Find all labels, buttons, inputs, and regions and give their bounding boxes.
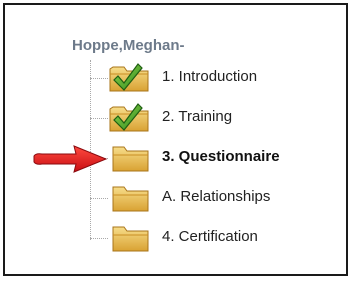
tree-item-label: A. Relationships	[162, 188, 271, 205]
tree-branch	[90, 78, 108, 79]
tree-item-label: 1. Introduction	[162, 68, 258, 85]
tree-owner-name: Hoppe,Meghan-	[72, 37, 185, 54]
red-arrow-icon	[30, 144, 110, 174]
tree-item-training[interactable]: 2. Training	[108, 100, 338, 134]
tree-branch	[90, 238, 108, 239]
folder-check-icon	[108, 100, 154, 134]
tree-item-label: 3. Questionnaire	[162, 148, 280, 165]
folder-icon	[108, 220, 154, 254]
tree-item-questionnaire[interactable]: 3. Questionnaire	[108, 140, 338, 174]
tree-item-certification[interactable]: 4. Certification	[108, 220, 338, 254]
folder-icon	[108, 180, 154, 214]
tree-item-label: 2. Training	[162, 108, 233, 125]
folder-check-icon	[108, 60, 154, 94]
tree-branch	[90, 198, 108, 199]
tree-branch	[90, 118, 108, 119]
tree-item-relationships[interactable]: A. Relationships	[108, 180, 338, 214]
tree-item-introduction[interactable]: 1. Introduction	[108, 60, 338, 94]
tree-item-label: 4. Certification	[162, 228, 258, 245]
folder-icon	[108, 140, 154, 174]
